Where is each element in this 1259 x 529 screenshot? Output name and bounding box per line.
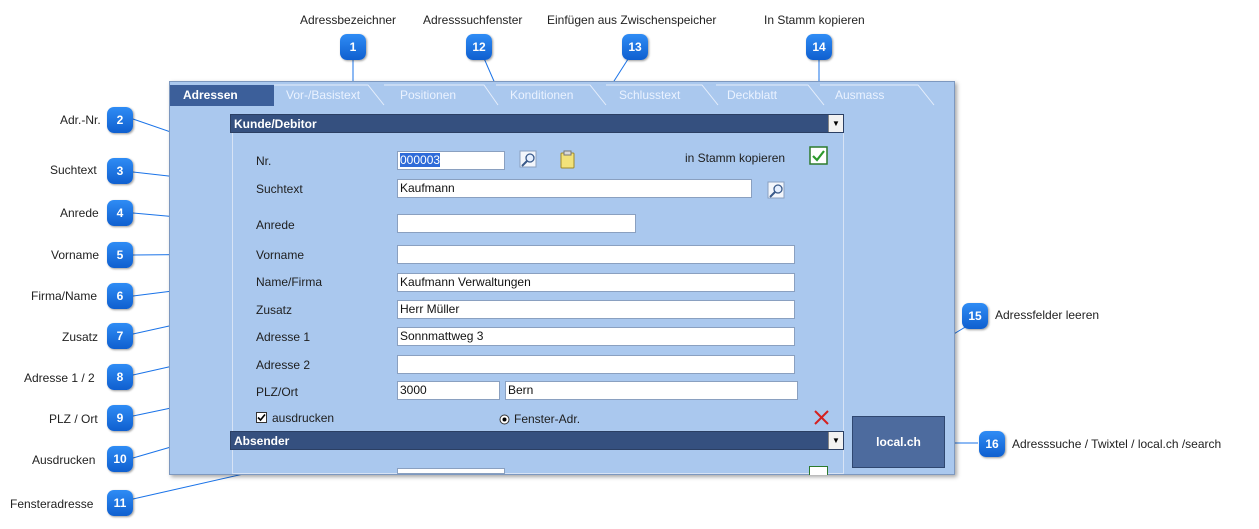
callout-badge-11: 11 — [107, 490, 133, 516]
callout-badge-1: 1 — [340, 34, 366, 60]
vorname-label: Vorname — [256, 248, 305, 262]
nr-field[interactable]: 000003 — [397, 151, 505, 170]
callout-label-4: Anrede — [60, 206, 99, 220]
tab-ausmass[interactable]: Ausmass — [835, 85, 925, 106]
callout-badge-5: 5 — [107, 242, 133, 268]
copy-to-master-label: in Stamm kopieren — [685, 151, 786, 165]
nr-label: Nr. — [256, 154, 272, 168]
callout-badge-14: 14 — [806, 34, 832, 60]
absender-panel — [232, 450, 844, 474]
callout-badge-12: 12 — [466, 34, 492, 60]
section-header-kunde[interactable]: Kunde/Debitor ▼ — [230, 114, 844, 133]
suchtext-label: Suchtext — [256, 182, 303, 196]
adresse2-label: Adresse 2 — [256, 358, 311, 372]
ausdrucken-checkbox-icon[interactable] — [256, 412, 268, 427]
callout-badge-15: 15 — [962, 303, 988, 329]
nr-value: 000003 — [400, 153, 441, 167]
callout-label-9: PLZ / Ort — [49, 412, 98, 426]
local-ch-button[interactable]: local.ch — [852, 416, 945, 468]
callout-label-13: Einfügen aus Zwischenspeicher — [547, 13, 717, 27]
section-header-absender[interactable]: Absender ▼ — [230, 431, 844, 450]
clipboard-paste-icon[interactable] — [560, 150, 576, 173]
callout-badge-10: 10 — [107, 446, 133, 472]
callout-label-6: Firma/Name — [31, 289, 98, 303]
fenster-radio-icon[interactable] — [499, 414, 510, 428]
callout-label-7: Zusatz — [62, 330, 99, 344]
callout-badge-13: 13 — [622, 34, 648, 60]
name-firma-label: Name/Firma — [256, 275, 323, 289]
callout-label-16: Adresssuche / Twixtel / local.ch /search — [1012, 437, 1222, 451]
plz-ort-label: PLZ/Ort — [256, 385, 299, 399]
vorname-field[interactable] — [397, 245, 795, 264]
suchtext-search-icon[interactable] — [767, 181, 787, 204]
clear-fields-icon[interactable] — [813, 409, 830, 429]
callout-label-5: Vorname — [51, 248, 100, 262]
callout-badge-6: 6 — [107, 283, 133, 309]
callout-label-2: Adr.-Nr. — [60, 113, 101, 127]
dropdown-arrow-icon[interactable]: ▼ — [828, 115, 843, 132]
suchtext-field[interactable]: Kaufmann — [397, 179, 752, 198]
tab-konditionen[interactable]: Konditionen — [510, 85, 600, 106]
callout-badge-9: 9 — [107, 405, 133, 431]
callout-badge-2: 2 — [107, 107, 133, 133]
callout-badge-4: 4 — [107, 200, 133, 226]
address-window: Adressen Vor-/Basistext Positionen Kondi… — [169, 81, 955, 475]
adresse1-label: Adresse 1 — [256, 330, 311, 344]
zusatz-label: Zusatz — [256, 303, 293, 317]
absender-copy-checkbox-icon[interactable] — [809, 466, 828, 475]
address-search-icon[interactable] — [519, 150, 539, 173]
tab-schlusstext[interactable]: Schlusstext — [619, 85, 709, 106]
callout-badge-3: 3 — [107, 158, 133, 184]
dropdown-arrow-icon[interactable]: ▼ — [828, 432, 843, 449]
callout-label-8: Adresse 1 / 2 — [24, 371, 95, 385]
plz-field[interactable]: 3000 — [397, 381, 500, 400]
zusatz-field[interactable]: Herr Müller — [397, 300, 795, 319]
section-title-kunde: Kunde/Debitor — [234, 117, 317, 131]
callout-label-11: Fensteradresse — [10, 497, 94, 511]
tab-vor-basistext[interactable]: Vor-/Basistext — [286, 85, 382, 106]
tab-positionen[interactable]: Positionen — [400, 85, 490, 106]
callout-label-10: Ausdrucken — [32, 453, 96, 467]
callout-label-3: Suchtext — [50, 163, 97, 177]
tab-deckblatt[interactable]: Deckblatt — [727, 85, 817, 106]
callout-badge-16: 16 — [979, 431, 1005, 457]
absender-nr-field-partial[interactable] — [397, 468, 505, 474]
ort-field[interactable]: Bern — [505, 381, 798, 400]
callout-label-12: Adresssuchfenster — [423, 13, 523, 27]
copy-to-master-checkbox-icon[interactable] — [809, 146, 829, 169]
ausdrucken-label: ausdrucken — [272, 411, 335, 425]
anrede-label: Anrede — [256, 218, 295, 232]
adresse2-field[interactable] — [397, 355, 795, 374]
callout-badge-7: 7 — [107, 323, 133, 349]
section-title-absender: Absender — [234, 434, 290, 448]
callout-label-15: Adressfelder leeren — [995, 308, 1100, 322]
anrede-field[interactable] — [397, 214, 636, 233]
name-firma-field[interactable]: Kaufmann Verwaltungen — [397, 273, 795, 292]
callout-label-14: In Stamm kopieren — [764, 13, 865, 27]
callout-badge-8: 8 — [107, 364, 133, 390]
callout-label-1: Adressbezeichner — [300, 13, 397, 27]
tab-adressen[interactable]: Adressen — [170, 85, 274, 106]
adresse1-field[interactable]: Sonnmattweg 3 — [397, 327, 795, 346]
fenster-adr-label: Fenster-Adr. — [514, 412, 581, 426]
